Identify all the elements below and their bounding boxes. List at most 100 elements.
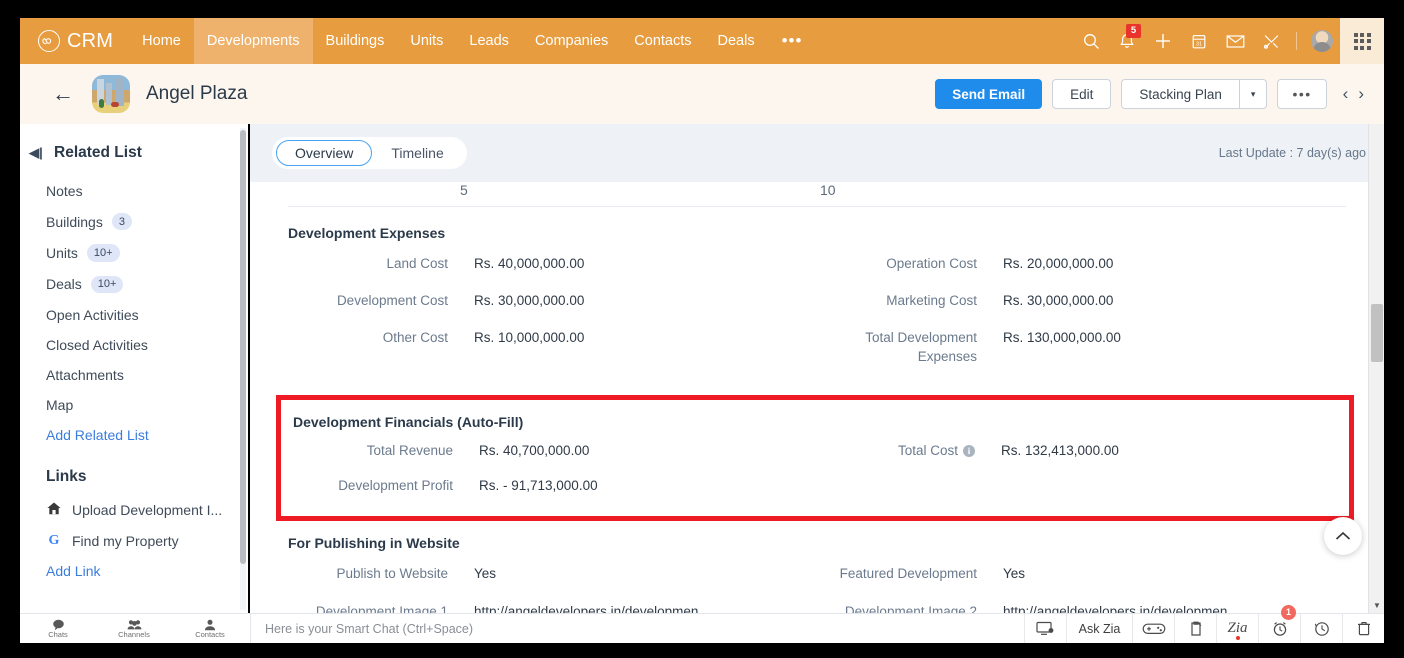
add-link-button[interactable]: Add Link — [20, 556, 248, 586]
channels-button[interactable]: Channels — [96, 619, 172, 639]
calendar-icon[interactable]: 31 — [1181, 18, 1217, 64]
field-row-total-development-expenses: Total Development Expenses Rs. 130,000,0… — [817, 329, 1346, 365]
app-screen: CRM Home Developments Buildings Units Le… — [0, 0, 1404, 658]
sidebar-scrollbar[interactable] — [240, 128, 246, 610]
field-grid: Total Revenue Rs. 40,700,000.00 Developm… — [293, 442, 1337, 512]
chat-item-label: Channels — [118, 629, 150, 639]
record-pager: ‹ › — [1343, 84, 1364, 104]
contacts-button[interactable]: Contacts — [172, 619, 248, 639]
tools-icon[interactable] — [1253, 18, 1289, 64]
link-upload-development-image[interactable]: Upload Development I... — [20, 494, 248, 526]
sidebar-item-label: Deals — [46, 276, 82, 293]
browser-scrollbar-thumb[interactable] — [1371, 304, 1383, 362]
sidebar-item-attachments[interactable]: Attachments — [20, 360, 248, 390]
nav-item-companies[interactable]: Companies — [522, 18, 621, 64]
sidebar-scrollbar-thumb[interactable] — [240, 130, 246, 564]
field-value[interactable]: http://angeldevelopers.in/developmen — [474, 603, 698, 613]
field-value[interactable]: Yes — [1003, 565, 1025, 583]
smart-chat-input[interactable]: Here is your Smart Chat (Ctrl+Space) — [250, 614, 1024, 643]
field-label: Featured Development — [839, 566, 977, 582]
sidebar-item-units[interactable]: Units 10+ — [20, 237, 248, 268]
nav-item-deals[interactable]: Deals — [705, 18, 768, 64]
tab-timeline[interactable]: Timeline — [372, 140, 462, 166]
field-label: Development Cost — [336, 293, 448, 309]
field-column-right: Operation Cost Rs. 20,000,000.00 Marketi… — [817, 255, 1346, 385]
bell-icon[interactable]: 5 — [1109, 18, 1145, 64]
tab-overview[interactable]: Overview — [276, 140, 373, 166]
envelope-icon[interactable] — [1217, 18, 1253, 64]
section-title: Development Financials (Auto-Fill) — [293, 413, 524, 430]
stacking-plan-split-button: Stacking Plan ▾ — [1121, 79, 1268, 109]
crm-brand-logo[interactable]: CRM — [20, 18, 129, 64]
field-value[interactable]: Rs. 30,000,000.00 — [1003, 292, 1113, 310]
sidebar-item-label: Buildings — [46, 213, 103, 230]
clipboard-icon[interactable] — [1174, 614, 1216, 643]
sidebar-item-count: 3 — [111, 213, 132, 231]
nav-more-button[interactable]: ••• — [768, 18, 817, 64]
field-value[interactable]: Rs. 132,413,000.00 — [1001, 442, 1119, 460]
field-value[interactable]: Rs. 20,000,000.00 — [1003, 255, 1113, 273]
field-value[interactable]: Rs. 10,000,000.00 — [474, 329, 584, 347]
field-label: Other Cost — [382, 330, 448, 346]
zia-signature-icon[interactable]: Zia — [1216, 614, 1258, 643]
nav-item-developments[interactable]: Developments — [193, 18, 313, 64]
field-value[interactable]: Rs. - 91,713,000.00 — [479, 477, 598, 495]
avatar — [1311, 30, 1333, 52]
field-label: Development Profit — [338, 478, 453, 494]
scroll-to-top-button[interactable] — [1324, 517, 1362, 555]
more-actions-button[interactable]: ••• — [1277, 79, 1327, 109]
sidebar-item-notes[interactable]: Notes — [20, 176, 248, 206]
nav-item-leads[interactable]: Leads — [456, 18, 522, 64]
field-value[interactable]: Rs. 40,700,000.00 — [479, 442, 589, 460]
section-for-publishing-in-website: For Publishing in Website Publish to Web… — [250, 521, 1384, 613]
section-development-financials-highlighted: Development Financials (Auto-Fill) Total… — [276, 394, 1354, 522]
screen-share-icon[interactable] — [1024, 614, 1066, 643]
back-arrow-icon[interactable]: ← — [52, 81, 74, 107]
scrollbar-down-arrow-icon[interactable]: ▼ — [1369, 597, 1385, 613]
field-value[interactable]: Yes — [474, 565, 496, 583]
chevron-down-icon[interactable]: ▾ — [1239, 79, 1268, 109]
next-record-icon[interactable]: › — [1358, 84, 1364, 104]
add-related-list-link[interactable]: Add Related List — [20, 420, 248, 450]
ask-zia-button[interactable]: Ask Zia — [1066, 614, 1132, 643]
field-row-featured-development: Featured Development Yes — [817, 565, 1346, 583]
search-icon[interactable] — [1073, 18, 1109, 64]
section-title: Development Expenses — [288, 225, 446, 241]
browser-scrollbar[interactable]: ▼ — [1368, 124, 1384, 613]
history-clock-icon[interactable] — [1300, 614, 1342, 643]
field-value[interactable]: Rs. 30,000,000.00 — [474, 292, 584, 310]
app-grid-icon[interactable] — [1340, 18, 1384, 64]
field-value[interactable]: Rs. 130,000,000.00 — [1003, 329, 1121, 347]
chats-button[interactable]: Chats — [20, 619, 96, 639]
nav-item-contacts[interactable]: Contacts — [621, 18, 704, 64]
field-row-land-cost: Land Cost Rs. 40,000,000.00 — [288, 255, 817, 273]
info-icon[interactable]: i — [963, 444, 975, 457]
trash-icon[interactable] — [1342, 614, 1384, 643]
field-row-total-revenue: Total Revenue Rs. 40,700,000.00 — [293, 442, 815, 460]
nav-item-buildings[interactable]: Buildings — [313, 18, 398, 64]
sidebar-item-open-activities[interactable]: Open Activities — [20, 300, 248, 330]
alarm-clock-icon[interactable]: 1 — [1258, 605, 1300, 643]
sidebar-item-deals[interactable]: Deals 10+ — [20, 269, 248, 300]
field-value[interactable]: http://angeldevelopers.in/developmen — [1003, 603, 1227, 613]
nav-item-units[interactable]: Units — [397, 18, 456, 64]
edit-button[interactable]: Edit — [1052, 79, 1112, 109]
collapse-sidebar-icon[interactable]: ◀| — [28, 145, 44, 161]
plus-icon[interactable] — [1145, 18, 1181, 64]
record-header: ← Angel Plaza Send Email Edit Stacking P… — [20, 64, 1384, 124]
send-email-button[interactable]: Send Email — [935, 79, 1043, 109]
field-row-publish-to-website: Publish to Website Yes — [288, 565, 817, 583]
link-find-my-property[interactable]: G Find my Property — [20, 526, 248, 556]
sidebar-item-closed-activities[interactable]: Closed Activities — [20, 330, 248, 360]
sidebar-item-map[interactable]: Map — [20, 390, 248, 420]
sidebar-item-buildings[interactable]: Buildings 3 — [20, 206, 248, 237]
user-avatar-icon[interactable] — [1304, 18, 1340, 64]
nav-item-home[interactable]: Home — [129, 18, 194, 64]
prev-record-icon[interactable]: ‹ — [1343, 84, 1349, 104]
field-value[interactable]: Rs. 40,000,000.00 — [474, 255, 584, 273]
game-controller-icon[interactable] — [1132, 614, 1174, 643]
stacking-plan-button[interactable]: Stacking Plan — [1121, 79, 1240, 109]
chat-item-label: Chats — [48, 629, 68, 639]
bottom-right-icons: Ask Zia Zia 1 — [1024, 605, 1384, 643]
field-row-marketing-cost: Marketing Cost Rs. 30,000,000.00 — [817, 292, 1346, 310]
